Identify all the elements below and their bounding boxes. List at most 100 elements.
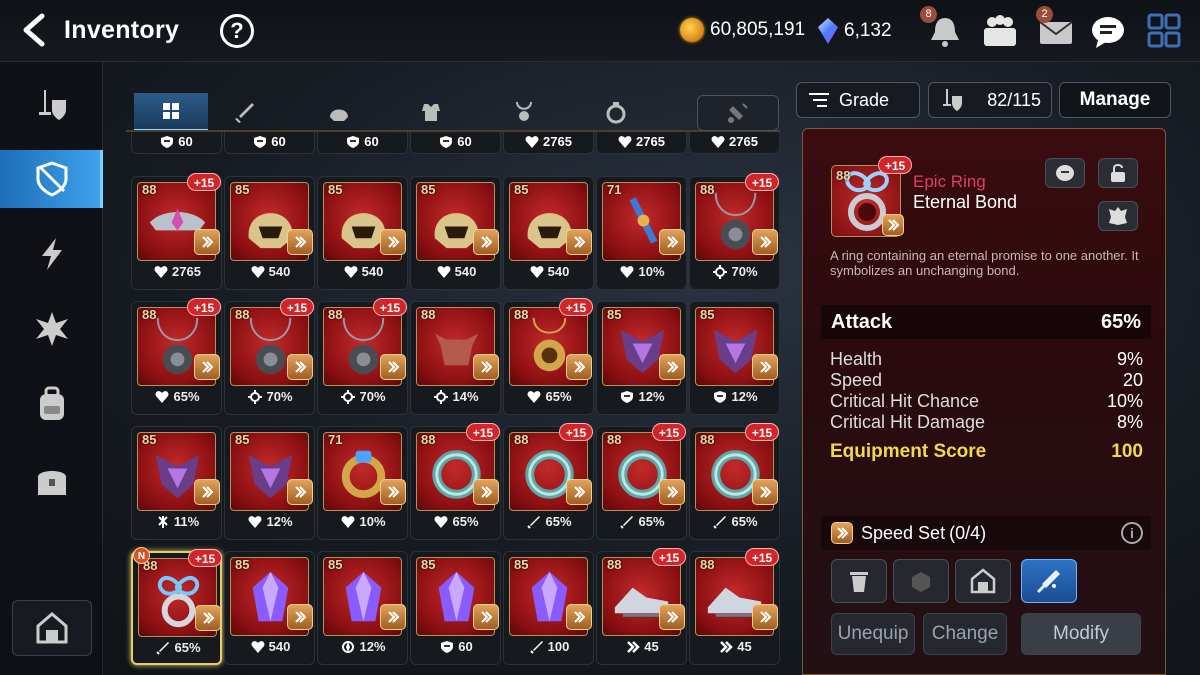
item-card[interactable]: 85 100	[503, 551, 594, 665]
sidebar-storage-button[interactable]	[12, 600, 92, 656]
item-card-partial[interactable]: 2765	[596, 132, 687, 154]
item-card[interactable]: 88 14%	[410, 301, 501, 415]
item-card[interactable]: 88 +15 45	[596, 548, 687, 665]
set-icon	[659, 604, 685, 630]
item-card[interactable]: 88 +15 70%	[317, 298, 408, 415]
sidebar-artifacts[interactable]	[0, 225, 103, 283]
item-card[interactable]: 88 +15 65%	[503, 298, 594, 415]
item-card[interactable]: 85 60	[410, 551, 501, 665]
enhance-badge: +15	[745, 173, 779, 191]
item-card-partial[interactable]: 60	[224, 132, 315, 154]
item-level: 85	[235, 432, 250, 447]
item-card[interactable]: 85 12%	[317, 551, 408, 665]
detail-item-level: 88	[836, 168, 851, 183]
item-level: 88	[607, 432, 622, 447]
sidebar-chest[interactable]	[0, 452, 103, 510]
change-button[interactable]: Change	[923, 613, 1007, 655]
set-icon	[473, 354, 499, 380]
substat-list: Health 9% Speed 20 Critical Hit Chance 10% …	[830, 349, 1143, 433]
menu-grid-icon[interactable]	[1144, 12, 1184, 50]
set-icon	[194, 229, 220, 255]
item-card[interactable]: 88 +15 70%	[689, 173, 780, 290]
heart-icon	[525, 135, 539, 148]
sort-filter-button[interactable]	[697, 95, 779, 131]
sort-grade-button[interactable]: Grade	[796, 82, 920, 118]
set-icon	[195, 605, 221, 631]
item-card[interactable]: 88 +15 45	[689, 548, 780, 665]
item-level: 85	[328, 182, 343, 197]
item-stat-value: 45	[644, 639, 659, 654]
item-card[interactable]: 88 +15 65%	[596, 423, 687, 540]
sidebar-materials[interactable]	[0, 375, 103, 433]
item-card[interactable]: 88 +15 65%	[503, 423, 594, 540]
item-card[interactable]: 71 10%	[317, 426, 408, 540]
enhance-badge: +15	[466, 423, 500, 441]
sidebar-inventory[interactable]	[0, 150, 103, 208]
tab-all[interactable]	[134, 93, 208, 131]
item-card-partial[interactable]: 60	[317, 132, 408, 154]
item-card[interactable]: 71 10%	[596, 176, 687, 290]
gold-counter[interactable]: 60,805,191	[680, 18, 805, 42]
item-card[interactable]: 85 11%	[131, 426, 222, 540]
item-card[interactable]: 88 +15 65%	[410, 423, 501, 540]
item-card[interactable]: 85 12%	[596, 301, 687, 415]
item-card[interactable]: 85 12%	[224, 426, 315, 540]
lock-button[interactable]	[1098, 158, 1138, 188]
speed-icon	[627, 640, 641, 653]
set-icon	[380, 354, 406, 380]
item-stat-value: 60	[178, 134, 193, 149]
substat-name: Critical Hit Chance	[830, 391, 980, 411]
item-stat: 100	[504, 639, 595, 654]
set-icon	[752, 354, 778, 380]
inventory-capacity[interactable]: 82/115	[928, 82, 1052, 118]
item-card[interactable]: 85 540	[224, 176, 315, 290]
item-card[interactable]: 85 12%	[689, 301, 780, 415]
sort-grade-label: Grade	[839, 89, 890, 110]
tab-helmet[interactable]	[302, 93, 376, 131]
ring-icon	[606, 102, 626, 124]
unequip-button[interactable]: Unequip	[831, 613, 915, 655]
help-button[interactable]: ?	[220, 14, 254, 48]
enhance-button[interactable]	[1021, 559, 1077, 603]
item-card-partial[interactable]: 60	[410, 132, 501, 154]
item-card[interactable]: 88 +15 70%	[224, 298, 315, 415]
item-card[interactable]: 85 540	[317, 176, 408, 290]
item-card-partial[interactable]: 2765	[689, 132, 780, 154]
item-card[interactable]: 85 540	[410, 176, 501, 290]
item-card[interactable]: 85 540	[503, 176, 594, 290]
storage-button[interactable]	[955, 559, 1011, 603]
sell-button[interactable]	[831, 559, 887, 603]
item-card[interactable]: 88 +15 65% N	[131, 547, 222, 665]
equipment-grid: 60 60 60 60 2765 2765 2765 88 +15 2765 85 540 85 540 8…	[126, 132, 784, 675]
enhance-badge: +15	[373, 298, 407, 316]
manage-button[interactable]: Manage	[1059, 82, 1171, 118]
tab-necklace[interactable]	[487, 93, 561, 131]
back-arrow-icon[interactable]	[18, 12, 52, 48]
tab-armor[interactable]	[394, 93, 468, 131]
item-card[interactable]: 88 +15 65%	[131, 298, 222, 415]
item-card[interactable]: 88 +15 2765	[131, 173, 222, 290]
extract-button[interactable]	[893, 559, 949, 603]
chat-icon[interactable]	[1088, 12, 1128, 50]
item-stat-value: 65%	[452, 514, 479, 529]
item-card[interactable]: 85 540	[224, 551, 315, 665]
bolt-icon	[158, 515, 168, 528]
item-card-partial[interactable]: 60	[131, 132, 222, 154]
sidebar-catalysts[interactable]	[0, 300, 103, 358]
chat-link-button[interactable]	[1045, 158, 1085, 188]
gem-counter[interactable]: 6,132	[818, 18, 892, 44]
modify-button[interactable]: Modify	[1021, 613, 1141, 655]
sidebar-equipment[interactable]	[0, 77, 103, 135]
info-icon[interactable]: i	[1121, 522, 1143, 544]
friends-icon[interactable]	[980, 12, 1020, 50]
shield-icon	[347, 135, 360, 148]
tab-ring[interactable]	[579, 93, 653, 131]
item-stat-value: 12%	[359, 639, 386, 654]
necklace-icon	[516, 101, 532, 121]
hero-equip-button[interactable]	[1098, 201, 1138, 231]
item-stat: 12%	[690, 389, 781, 404]
set-effect-row[interactable]: Speed Set (0/4) i	[821, 516, 1151, 550]
item-card[interactable]: 88 +15 65%	[689, 423, 780, 540]
tab-weapon[interactable]	[208, 93, 282, 131]
item-card-partial[interactable]: 2765	[503, 132, 594, 154]
